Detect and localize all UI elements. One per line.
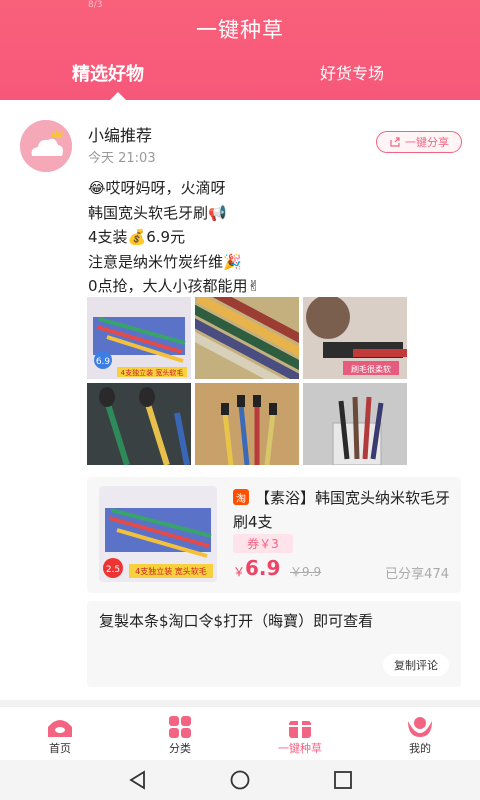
product-image-6[interactable] (303, 383, 407, 465)
post-line: 0点抢，大人小孩都能用✌ (88, 277, 261, 295)
status-text: 8/3 (88, 0, 103, 10)
product-image-5[interactable] (195, 383, 299, 465)
post-line: 注意是纳米竹炭纤维🎉 (88, 252, 242, 271)
category-icon (169, 716, 191, 738)
top-header: 8/3 一键种草 精选好物 好货专场 (0, 0, 480, 100)
product-image-3[interactable]: 刷毛很柔软 (303, 297, 407, 379)
toothbrushes-on-wood-image (195, 383, 299, 465)
nav-grass[interactable]: 一键种草 (240, 707, 360, 761)
product-image-2[interactable] (195, 297, 299, 379)
author-name: 小编推荐 (88, 126, 153, 145)
image-caption: 刷毛很柔软 (351, 364, 391, 374)
home-icon (48, 720, 72, 737)
product-card[interactable]: 2.5 4支独立装 宽头软毛 【素浴】韩国宽头纳米软毛牙刷4支 淘 券￥3 ￥ … (87, 477, 461, 593)
tab-good-deals[interactable]: 好货专场 (320, 60, 384, 84)
nav-label: 一键种草 (278, 742, 322, 755)
post-text: 😂哎呀妈呀，火滴呀 韩国宽头软毛牙刷📢 4支装💰6.9元 注意是纳米竹炭纤维🎉 … (88, 176, 260, 299)
post-line: 😂哎呀妈呀，火滴呀 (88, 179, 226, 197)
nav-label: 我的 (409, 742, 431, 755)
taobao-icon: 淘 (233, 489, 249, 505)
share-icon (390, 137, 400, 147)
currency-symbol: ￥ (233, 565, 246, 579)
bottom-nav: 首页 分类 一键种草 我的 (0, 706, 480, 760)
product-image-1[interactable]: 6.9 4支独立装 宽头软毛 (87, 297, 191, 379)
toothbrushes-on-dark-image (87, 383, 191, 465)
image-grid: 6.9 4支独立装 宽头软毛 刷毛很柔软 (87, 297, 407, 465)
page-title: 一键种草 (196, 18, 284, 42)
tab-selected-goods[interactable]: 精选好物 (72, 60, 144, 86)
image-caption: 4支独立装 宽头软毛 (135, 566, 207, 576)
price: 6.9 (245, 556, 281, 580)
nav-label: 首页 (49, 742, 71, 755)
product-thumbnail[interactable]: 2.5 4支独立装 宽头软毛 (99, 486, 217, 582)
colorful-toothbrushes-pack-image: 6.9 4支独立装 宽头软毛 (87, 297, 191, 379)
post-line: 4支装💰6.9元 (88, 228, 186, 246)
image-price-tag: 2.5 (106, 565, 120, 575)
home-circle-icon[interactable] (229, 770, 251, 790)
share-label: 一键分享 (405, 136, 449, 149)
cloud-crown-icon (20, 120, 72, 172)
black-bristle-closeup-image: 刷毛很柔软 (303, 297, 407, 379)
comment-text: 复製本条$淘口令$打开（晦寶）即可查看 (99, 612, 374, 630)
nav-home[interactable]: 首页 (0, 707, 120, 761)
gift-icon (289, 716, 311, 738)
comment-box: 复製本条$淘口令$打开（晦寶）即可查看 复制评论 (87, 601, 461, 687)
active-tab-indicator (110, 92, 126, 100)
image-price-tag: 6.9 (96, 357, 111, 367)
nav-label: 分类 (169, 742, 191, 755)
recent-apps-icon[interactable] (333, 770, 353, 790)
post-line: 韩国宽头软毛牙刷📢 (88, 203, 227, 222)
original-price: ￥9.9 (290, 565, 322, 579)
post-time: 今天 21:03 (88, 151, 156, 166)
system-nav-bar (0, 760, 480, 800)
back-icon[interactable] (128, 770, 148, 790)
product-name: 【素浴】韩国宽头纳米软毛牙刷4支 (233, 489, 451, 531)
toothbrush-packages-image (195, 297, 299, 379)
copy-comment-button[interactable]: 复制评论 (383, 654, 449, 676)
avatar[interactable] (20, 120, 72, 172)
nav-category[interactable]: 分类 (120, 707, 240, 761)
post-card: 小编推荐 今天 21:03 一键分享 😂哎呀妈呀，火滴呀 韩国宽头软毛牙刷📢 4… (0, 100, 480, 700)
toothbrush-pack-image: 2.5 4支独立装 宽头软毛 (99, 486, 217, 582)
toothbrushes-in-glass-image (303, 383, 407, 465)
profile-icon (408, 717, 432, 737)
share-button[interactable]: 一键分享 (376, 131, 462, 153)
nav-profile[interactable]: 我的 (360, 707, 480, 761)
image-caption: 4支独立装 宽头软毛 (121, 368, 184, 377)
coupon-badge: 券￥3 (233, 534, 293, 553)
share-count: 已分享474 (385, 567, 449, 582)
product-image-4[interactable] (87, 383, 191, 465)
